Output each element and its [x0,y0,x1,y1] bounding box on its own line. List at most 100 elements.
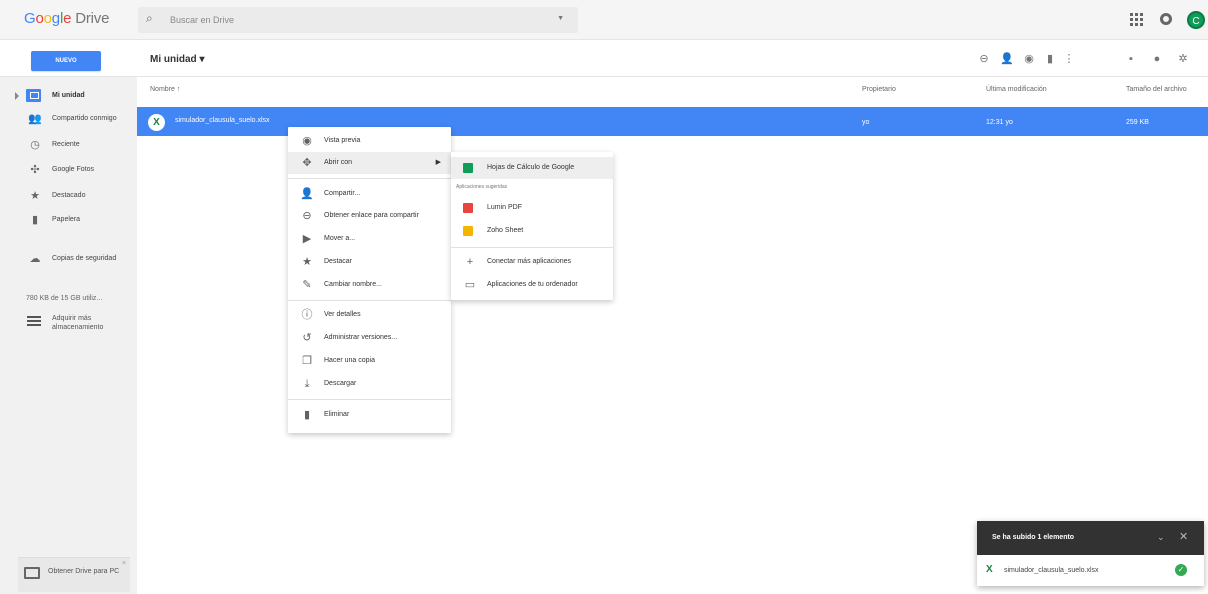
trash-icon: ▮ [31,214,39,226]
column-header-name[interactable]: Nombre ↑ [150,86,180,93]
sidebar-item-label: Mi unidad [52,92,85,99]
avatar[interactable]: C [1187,11,1205,29]
sidebar-item-label: Google Fotos [52,166,95,173]
laptop-icon: ▭ [464,279,476,291]
excel-icon: X [986,564,993,575]
storage-icon [27,316,41,326]
menu-item-label: Aplicaciones de tu ordenador [487,281,578,288]
zoho-sheet-icon [463,226,473,236]
trash-icon: ▮ [303,409,311,421]
sidebar-item-photos[interactable]: ✣ Google Fotos [0,159,137,181]
search-bar[interactable]: ⌕ Buscar en Drive ▼ [138,7,578,33]
sidebar-item-starred[interactable]: ★ Destacado [0,185,137,207]
column-header-size: Tamaño del archivo [1126,86,1187,93]
menu-item-rename[interactable]: ✎ Cambiar nombre... [288,274,451,296]
menu-item-move[interactable]: ▶ Mover a... [288,228,451,250]
menu-item-copy[interactable]: ❐ Hacer una copia [288,350,451,372]
rename-icon: ✎ [302,279,312,291]
eye-icon: ◉ [302,135,312,147]
menu-item-label: Hojas de Cálculo de Google [487,164,575,171]
notifications-icon[interactable] [1160,13,1172,25]
apps-grid-icon[interactable] [1130,13,1144,27]
excel-icon: X [148,114,165,131]
menu-item-details[interactable]: ⓘ Ver detalles [288,304,451,326]
shared-icon: 👥 [28,113,42,125]
menu-item-label: Abrir con [324,159,353,166]
trash-icon[interactable]: ▮ [1043,52,1057,66]
sidebar-item-trash[interactable]: ▮ Papelera [0,209,137,231]
menu-item-label: Lumin PDF [487,204,523,211]
google-sheets-icon [463,163,473,173]
upload-notification: Se ha subido 1 elemento ⌄ ✕ X simulador_… [977,521,1204,586]
menu-item-star[interactable]: ★ Destacar [288,251,451,273]
computer-icon [24,567,40,579]
menu-item-label: Hacer una copia [324,357,375,364]
submenu-arrow-icon: ▶ [435,159,441,166]
search-options-icon[interactable]: ▼ [557,15,564,22]
submenu-item-zoho-sheet[interactable]: Zoho Sheet [451,220,613,242]
context-menu: ◉ Vista previa ✥ Abrir con ▶ 👤 Compartir… [288,127,451,433]
menu-item-delete[interactable]: ▮ Eliminar [288,404,451,426]
menu-item-label: Descargar [324,380,357,387]
column-header-owner: Propietario [862,86,896,93]
share-icon[interactable]: 👤 [1000,52,1014,66]
star-icon: ★ [30,190,40,202]
google-drive-logo[interactable]: Google Drive [24,10,109,27]
open-with-icon: ✥ [302,157,312,169]
submenu-item-connect-apps[interactable]: + Conectar más aplicaciones [451,251,613,273]
get-drive-label: Obtener Drive para PC [48,568,120,575]
uploaded-file-name[interactable]: simulador_clausula_suelo.xlsx [1004,567,1099,574]
get-drive-for-pc[interactable]: × Obtener Drive para PC [18,557,130,592]
file-modified: 12:31 yo [986,119,1013,126]
link-icon: ⊖ [302,210,312,222]
plus-icon: + [466,256,474,268]
sidebar-item-mi-unidad[interactable]: Mi unidad [0,85,137,107]
submenu-item-computer-apps[interactable]: ▭ Aplicaciones de tu ordenador [451,274,613,296]
menu-item-get-link[interactable]: ⊖ Obtener enlace para compartir [288,205,451,227]
grid-view-icon[interactable]: ▪ [1124,52,1138,66]
sidebar-item-label: Reciente [52,141,80,148]
cloud-icon: ☁ [29,253,41,265]
preview-icon[interactable]: ◉ [1022,52,1036,66]
file-owner: yo [862,119,870,126]
menu-item-label: Destacar [324,258,353,265]
logo-drive-text: Drive [75,10,110,27]
sidebar-item-shared[interactable]: 👥 Compartido conmigo [0,108,137,130]
submenu-item-google-sheets[interactable]: Hojas de Cálculo de Google [451,157,613,179]
upload-title: Se ha subido 1 elemento [992,534,1075,541]
divider [451,247,613,248]
close-icon[interactable]: × [122,560,126,567]
menu-item-label: Eliminar [324,411,350,418]
more-options-icon[interactable]: ⋮ [1062,52,1076,66]
collapse-icon[interactable]: ⌄ [1157,532,1165,543]
info-icon[interactable]: ● [1150,52,1164,66]
new-button[interactable]: NUEVO [31,51,101,71]
menu-item-label: Compartir... [324,190,361,197]
divider [288,178,451,179]
divider [288,399,451,400]
menu-item-download[interactable]: ⤓ Descargar [288,373,451,395]
settings-icon[interactable]: ✲ [1176,52,1190,66]
download-icon: ⤓ [304,378,310,390]
current-folder-dropdown[interactable]: Mi unidad ▾ [150,54,204,65]
suggested-apps-label: Aplicaciones sugeridas [456,184,508,190]
file-size: 259 KB [1126,119,1149,126]
check-icon: ✓ [1175,564,1187,576]
menu-item-share[interactable]: 👤 Compartir... [288,183,451,205]
menu-item-versions[interactable]: ↺ Administrar versiones... [288,327,451,349]
sidebar-item-recent[interactable]: ◷ Reciente [0,134,137,156]
photos-icon: ✣ [30,164,40,176]
search-icon: ⌕ [146,11,153,25]
history-icon: ↺ [302,332,312,344]
sidebar-item-backups[interactable]: ☁ Copias de seguridad [0,248,137,270]
menu-item-open-with[interactable]: ✥ Abrir con ▶ [288,152,451,174]
close-icon[interactable]: ✕ [1179,530,1188,543]
copy-icon: ❐ [302,355,312,367]
submenu-item-lumin-pdf[interactable]: Lumin PDF [451,197,613,219]
star-icon: ★ [302,256,312,268]
menu-item-label: Conectar más aplicaciones [487,258,572,265]
menu-item-preview[interactable]: ◉ Vista previa [288,130,451,152]
buy-storage-link[interactable]: Adquirir más almacenamiento [52,314,122,332]
storage-usage: 780 KB de 15 GB utiliz... [26,295,103,302]
link-icon[interactable]: ⊖ [977,52,991,66]
